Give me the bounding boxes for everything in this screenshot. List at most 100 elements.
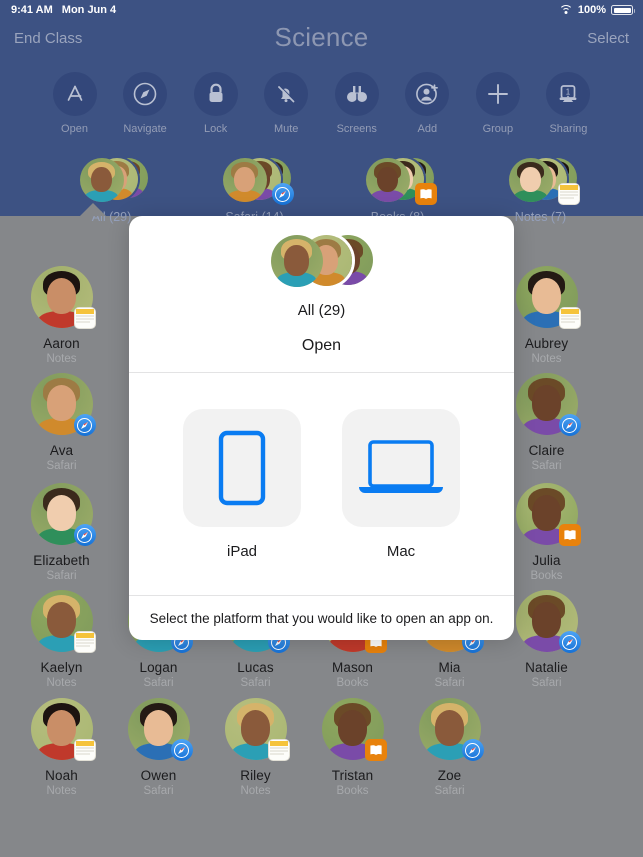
student-name: Kaelyn xyxy=(40,660,83,675)
dialog-title: All (29) xyxy=(297,302,346,319)
app-store-icon xyxy=(52,72,97,116)
dialog-footer-hint: Select the platform that you would like … xyxy=(149,610,494,626)
student-name: Elizabeth xyxy=(33,553,90,568)
student-avatar xyxy=(418,698,484,761)
student-avatar xyxy=(30,483,96,546)
student-name: Noah xyxy=(45,768,78,783)
safari-app-icon xyxy=(461,739,484,761)
platform-chooser: iPad Mac xyxy=(129,373,514,595)
student-name: Logan xyxy=(139,660,178,675)
student-tile-kaelyn[interactable]: Kaelyn Notes xyxy=(13,590,110,689)
notes-app-icon xyxy=(73,307,96,329)
toolbar-item-group[interactable]: Group xyxy=(465,72,530,135)
student-avatar xyxy=(321,698,387,761)
toolbar-item-mute[interactable]: Mute xyxy=(254,72,319,135)
notes-app-icon xyxy=(73,631,96,653)
platform-option-ipad[interactable]: iPad xyxy=(183,408,301,560)
student-name: Ava xyxy=(49,443,74,458)
group-avatar-stack xyxy=(219,156,294,205)
student-name: Natalie xyxy=(525,660,568,675)
toolbar-item-add[interactable]: Add xyxy=(395,72,460,135)
student-row: Noah Notes Owen Safari Riley Notes Tristan Book… xyxy=(0,698,643,797)
toolbar-item-sharing[interactable]: 1 Sharing xyxy=(536,72,601,135)
wifi-icon xyxy=(558,4,573,16)
group-avatar-stack xyxy=(505,156,580,205)
student-name: Aaron xyxy=(43,336,80,351)
toolbar-label: Mute xyxy=(273,123,299,135)
student-tile-noah[interactable]: Noah Notes xyxy=(13,698,110,797)
page-title: Science xyxy=(274,22,369,52)
dialog-action-label: Open xyxy=(301,337,342,354)
group-filter-label: Notes (7) xyxy=(514,210,567,224)
student-name: Mia xyxy=(438,660,461,675)
dialog-avatar-group xyxy=(268,232,376,290)
student-photo xyxy=(79,158,124,202)
toolbar-item-navigate[interactable]: Navigate xyxy=(113,72,178,135)
student-avatar xyxy=(515,373,581,436)
student-tile-elizabeth[interactable]: Elizabeth Safari xyxy=(13,483,110,582)
safari-app-icon xyxy=(73,524,96,546)
platform-label: iPad xyxy=(226,542,258,560)
student-tile-riley[interactable]: Riley Notes xyxy=(207,698,304,797)
group-filter-safari[interactable]: Safari (14) xyxy=(183,156,326,224)
toolbar-label: Screens xyxy=(336,123,377,135)
student-current-app: Safari xyxy=(46,460,77,472)
student-name: Aubrey xyxy=(524,336,569,351)
student-photo xyxy=(508,158,553,202)
student-name: Tristan xyxy=(331,768,374,783)
avatar xyxy=(78,156,126,204)
student-tile-zoe[interactable]: Zoe Safari xyxy=(401,698,498,797)
student-name: Zoe xyxy=(437,768,462,783)
toolbar-label: Navigate xyxy=(123,123,167,135)
student-photo xyxy=(365,158,410,202)
toolbar-item-lock[interactable]: Lock xyxy=(183,72,248,135)
student-avatar xyxy=(224,698,290,761)
student-current-app: Notes xyxy=(531,353,562,365)
student-tile-aaron[interactable]: Aaron Notes xyxy=(13,266,110,365)
select-button[interactable]: Select xyxy=(587,30,629,47)
student-current-app: Notes xyxy=(46,785,77,797)
student-photo xyxy=(270,235,323,287)
books-app-icon xyxy=(364,739,387,761)
student-current-app: Notes xyxy=(46,677,77,689)
safari-app-icon xyxy=(271,183,294,205)
student-avatar xyxy=(515,590,581,653)
toolbar-label: Open xyxy=(61,123,88,135)
safari-app-icon xyxy=(170,739,193,761)
student-name: Owen xyxy=(140,768,177,783)
student-avatar xyxy=(30,373,96,436)
toolbar-item-screens[interactable]: Screens xyxy=(324,72,389,135)
student-current-app: Notes xyxy=(240,785,271,797)
group-avatar-stack xyxy=(362,156,437,205)
student-tile-tristan[interactable]: Tristan Books xyxy=(304,698,401,797)
student-avatar xyxy=(30,266,96,329)
toolbar-item-open[interactable]: Open xyxy=(42,72,107,135)
classroom-app-screen: Aaron Notes Aubrey Notes Ava Safari Claire Safa… xyxy=(0,0,643,857)
status-time: 9:41 AM xyxy=(11,4,53,16)
student-tile-owen[interactable]: Owen Safari xyxy=(110,698,207,797)
app-header: 9:41 AM Mon Jun 4 100% End Class Science… xyxy=(0,0,643,224)
group-filter-notes[interactable]: Notes (7) xyxy=(469,156,612,224)
safari-app-icon xyxy=(73,414,96,436)
avatar xyxy=(268,232,326,290)
student-name: Riley xyxy=(240,768,271,783)
platform-option-mac[interactable]: Mac xyxy=(342,408,460,560)
student-current-app: Safari xyxy=(434,677,465,689)
student-current-app: Safari xyxy=(531,677,562,689)
status-bar: 9:41 AM Mon Jun 4 100% xyxy=(0,0,643,20)
student-current-app: Safari xyxy=(46,570,77,582)
lock-icon xyxy=(193,72,238,116)
group-filter-books[interactable]: Books (8) xyxy=(326,156,469,224)
books-app-icon xyxy=(558,524,581,546)
group-filter-all[interactable]: All (29) xyxy=(40,156,183,224)
notes-app-icon xyxy=(557,183,580,205)
student-current-app: Safari xyxy=(240,677,271,689)
student-tile-ava[interactable]: Ava Safari xyxy=(13,373,110,472)
ipad-icon xyxy=(183,408,301,527)
compass-icon xyxy=(123,72,168,116)
student-cell-empty xyxy=(498,698,595,797)
student-name: Lucas xyxy=(237,660,274,675)
student-name: Mason xyxy=(331,660,374,675)
bell-slash-icon xyxy=(264,72,309,116)
open-app-platform-dialog: All (29) Open iPad Mac Select the platfo… xyxy=(129,216,514,640)
